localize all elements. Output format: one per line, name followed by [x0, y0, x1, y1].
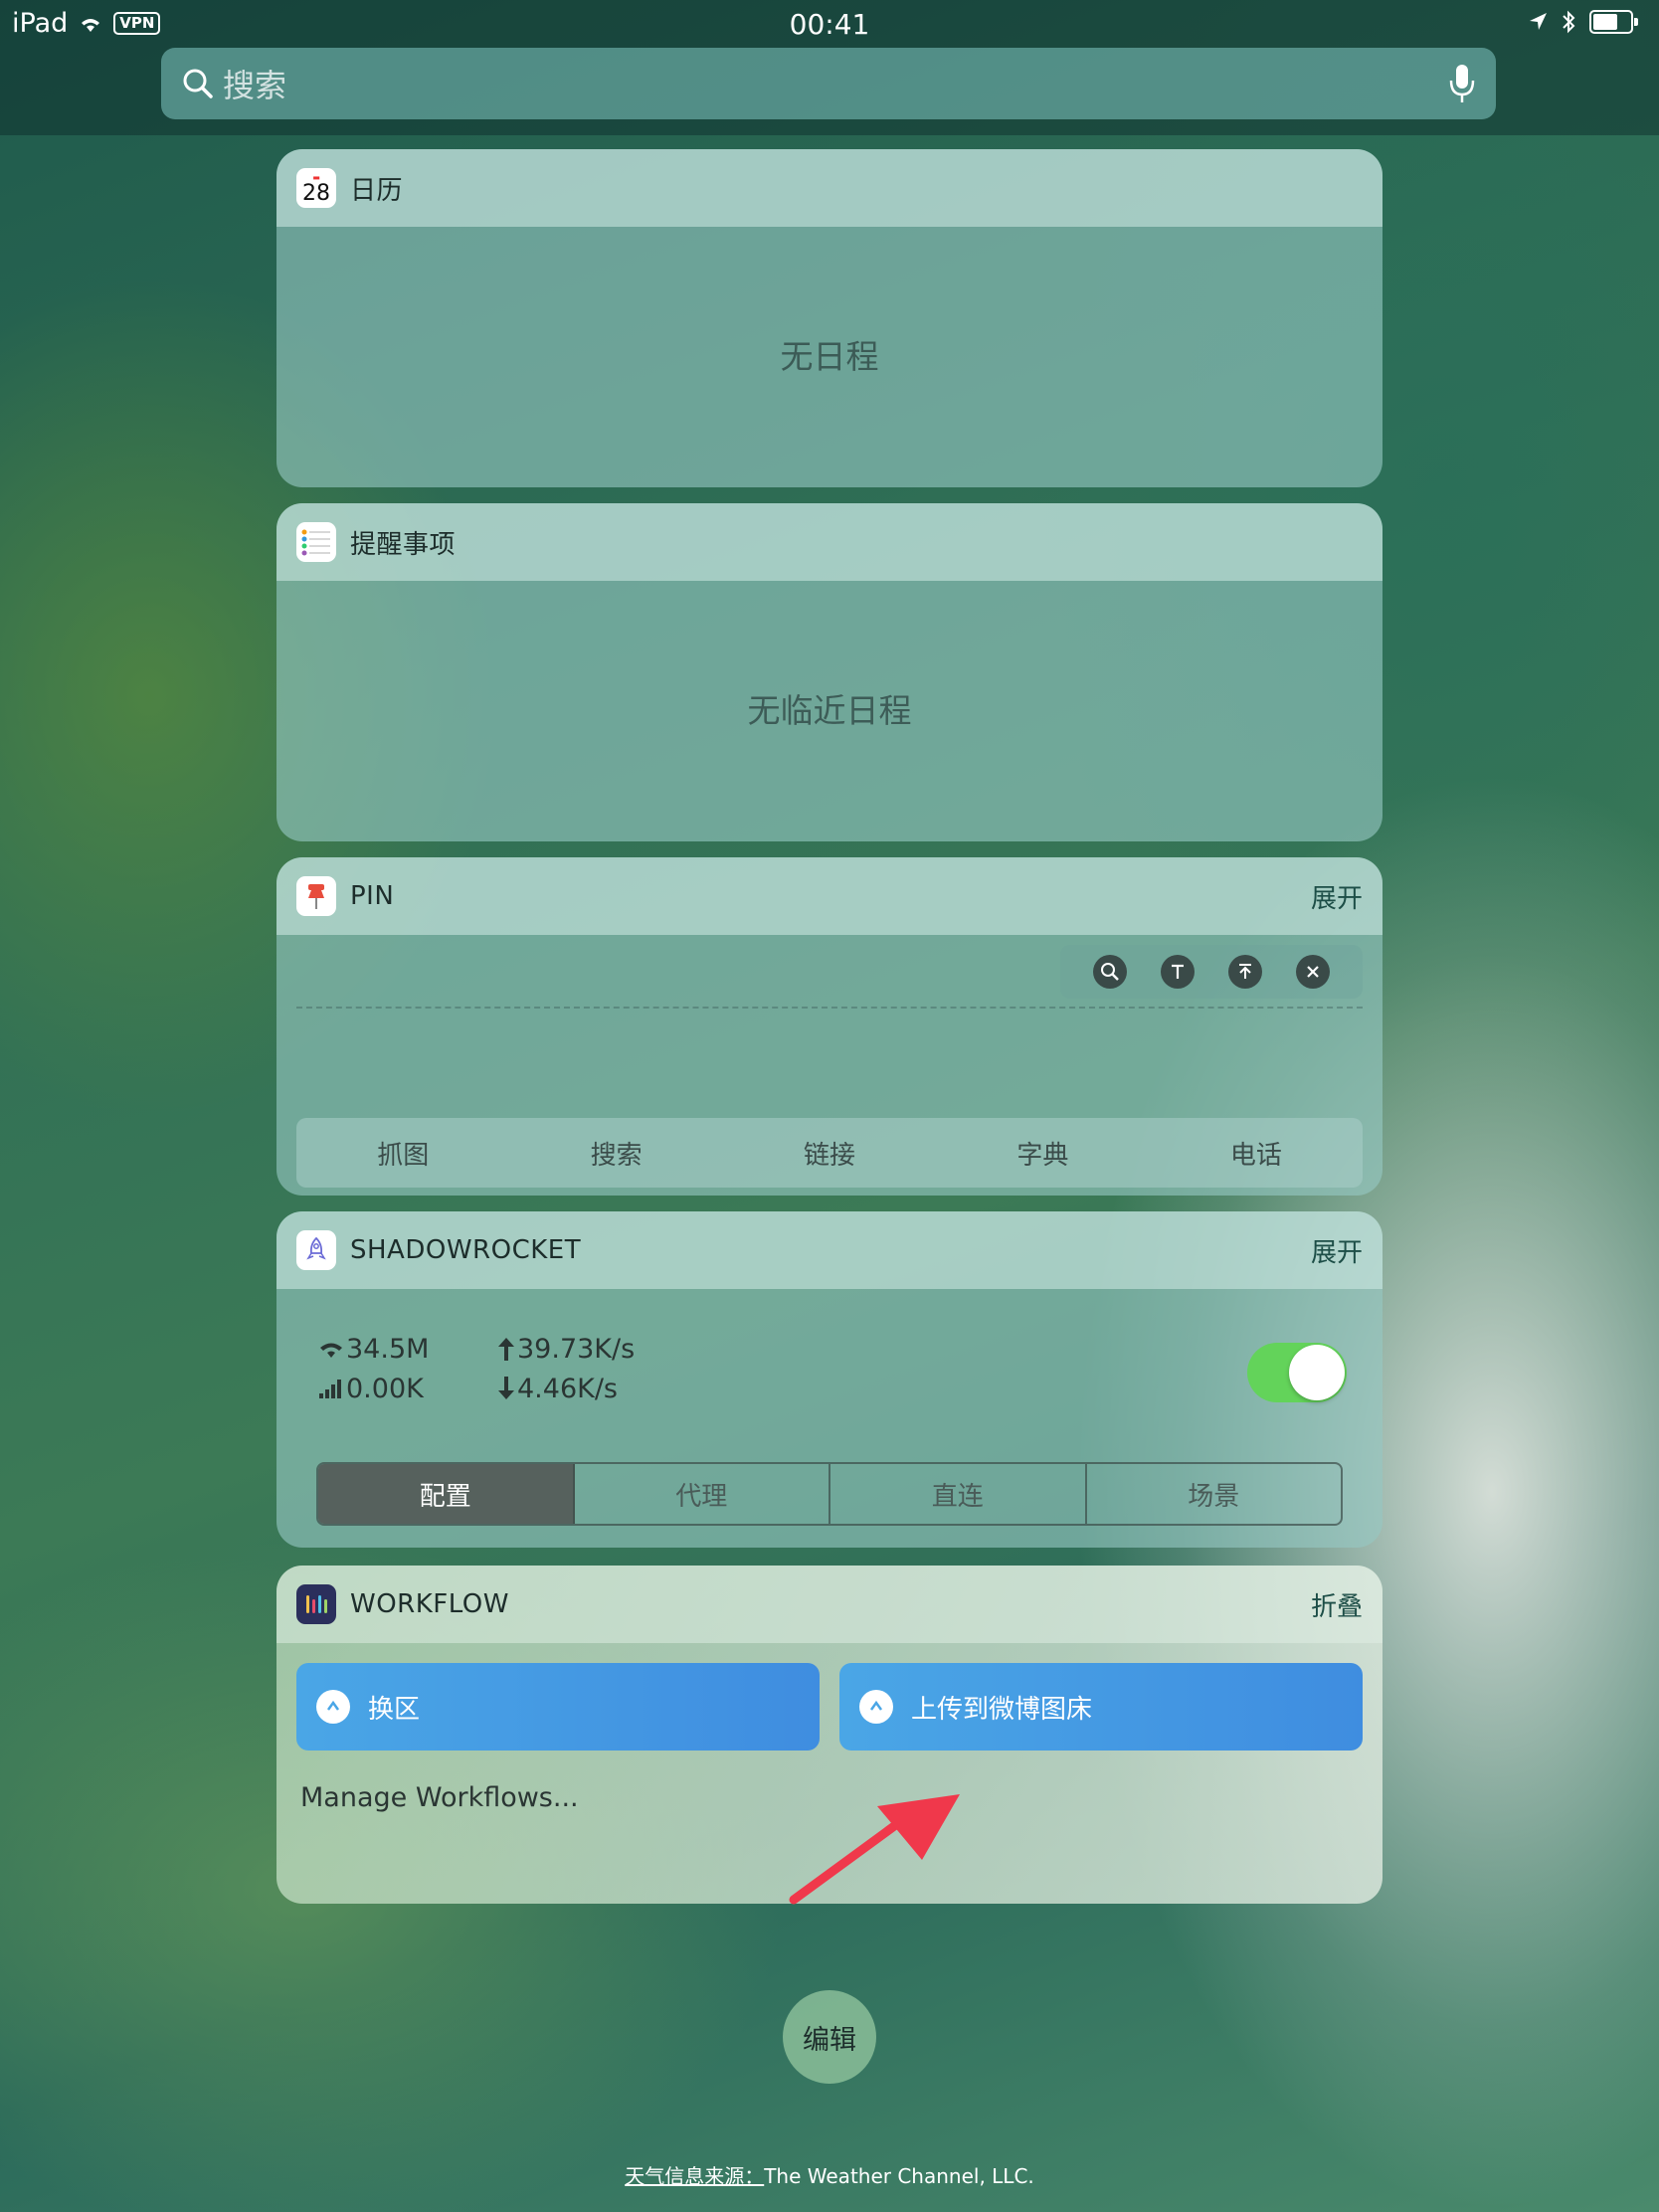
download-speed: 4.46K/s	[517, 1373, 618, 1404]
widget-title: SHADOWROCKET	[350, 1235, 582, 1265]
tab-phone[interactable]: 电话	[1150, 1135, 1363, 1172]
expand-button[interactable]: 展开	[1311, 1232, 1363, 1269]
widget-title: PIN	[350, 881, 395, 911]
segment-direct[interactable]: 直连	[830, 1464, 1087, 1524]
shadowrocket-widget: SHADOWROCKET 展开 34.5M 0.00K 39.73K/s 4.4…	[276, 1211, 1382, 1548]
workflow-app-icon	[296, 1584, 336, 1624]
empty-message: 无临近日程	[747, 691, 912, 730]
pin-toolbar	[1060, 945, 1363, 999]
status-bar: iPad VPN 00:41	[0, 0, 1659, 48]
cellular-icon	[319, 1380, 341, 1398]
wifi-total: 34.5M	[346, 1333, 430, 1365]
weather-source-label[interactable]: 天气信息来源：	[625, 2164, 764, 2188]
annotation-arrow-icon	[789, 1794, 960, 1905]
tab-capture[interactable]: 抓图	[296, 1135, 509, 1172]
workflow-upload-weibo-button[interactable]: 上传到微博图床	[839, 1663, 1363, 1751]
reminders-icon	[296, 522, 336, 562]
location-icon	[1530, 13, 1547, 30]
segment-proxy[interactable]: 代理	[575, 1464, 830, 1524]
widget-header[interactable]: SHADOWROCKET 展开	[276, 1211, 1382, 1289]
calendar-icon: ▬ 28	[296, 168, 336, 208]
clock: 00:41	[789, 8, 870, 41]
search-icon	[183, 69, 213, 98]
search-icon[interactable]	[1093, 955, 1127, 989]
segment-config[interactable]: 配置	[318, 1464, 575, 1524]
cellular-total: 0.00K	[346, 1373, 424, 1404]
top-icon[interactable]	[1228, 955, 1262, 989]
weather-source-name: The Weather Channel, LLC.	[764, 2164, 1034, 2188]
calendar-widget: ▬ 28 日历 无日程	[276, 149, 1382, 487]
search-bar[interactable]: 搜索	[161, 48, 1496, 119]
widget-title: 日历	[350, 175, 404, 206]
connection-toggle[interactable]	[1247, 1343, 1347, 1402]
chevron-up-icon	[859, 1690, 893, 1724]
wifi-icon	[320, 1343, 342, 1358]
rocket-icon	[296, 1230, 336, 1270]
expand-button[interactable]: 展开	[1311, 878, 1363, 915]
pin-tab-bar: 抓图 搜索 链接 字典 电话	[296, 1118, 1363, 1188]
upload-arrow-icon	[498, 1338, 514, 1361]
traffic-stats: 34.5M 0.00K 39.73K/s 4.46K/s	[316, 1329, 635, 1408]
pin-widget: PIN 展开 抓图 搜索 链接 字典 电话	[276, 857, 1382, 1196]
edit-button[interactable]: 编辑	[783, 1990, 876, 2084]
tab-link[interactable]: 链接	[723, 1135, 936, 1172]
divider	[296, 1007, 1363, 1009]
tab-dictionary[interactable]: 字典	[936, 1135, 1149, 1172]
reminders-widget: 提醒事项 无临近日程	[276, 503, 1382, 841]
close-icon[interactable]	[1296, 955, 1330, 989]
collapse-button[interactable]: 折叠	[1311, 1586, 1363, 1623]
widget-header[interactable]: WORKFLOW 折叠	[276, 1566, 1382, 1643]
text-icon[interactable]	[1161, 955, 1195, 989]
empty-message: 无日程	[780, 337, 879, 376]
workflow-button-label: 上传到微博图床	[911, 1694, 1093, 1725]
microphone-icon[interactable]	[1448, 63, 1476, 104]
download-arrow-icon	[498, 1377, 514, 1399]
widget-title: 提醒事项	[350, 529, 457, 560]
chevron-up-icon	[316, 1690, 350, 1724]
workflow-switch-region-button[interactable]: 换区	[296, 1663, 820, 1751]
widget-header[interactable]: ▬ 28 日历	[276, 149, 1382, 227]
manage-workflows-link[interactable]: Manage Workflows...	[300, 1782, 579, 1813]
search-input[interactable]: 搜索	[223, 61, 1448, 106]
weather-source-footer: 天气信息来源：The Weather Channel, LLC.	[0, 2160, 1659, 2189]
segment-scene[interactable]: 场景	[1087, 1464, 1342, 1524]
mode-segmented-control: 配置 代理 直连 场景	[316, 1462, 1343, 1526]
widget-header[interactable]: PIN 展开	[276, 857, 1382, 935]
calendar-day: 28	[302, 180, 330, 206]
tab-search[interactable]: 搜索	[509, 1135, 722, 1172]
widget-title: WORKFLOW	[350, 1589, 509, 1619]
battery-icon	[1589, 10, 1638, 34]
workflow-button-label: 换区	[368, 1694, 421, 1725]
pushpin-icon	[296, 876, 336, 916]
bluetooth-icon	[1563, 10, 1575, 34]
upload-speed: 39.73K/s	[517, 1333, 636, 1365]
widget-header[interactable]: 提醒事项	[276, 503, 1382, 581]
